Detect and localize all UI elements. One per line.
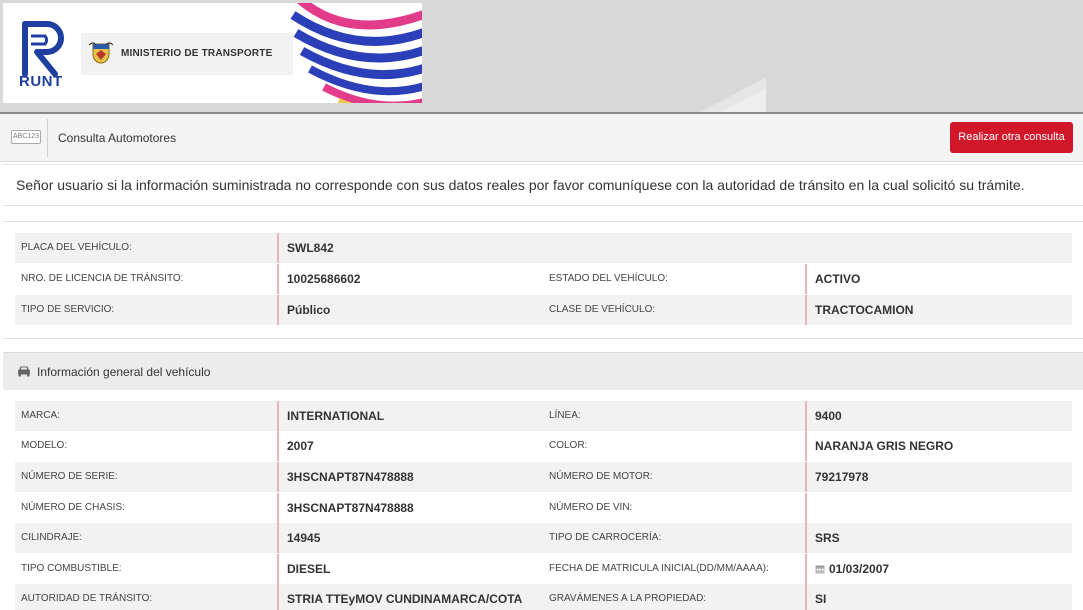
autoridad-label: AUTORIDAD DE TRÁNSITO: <box>21 593 153 604</box>
color-value: NARANJA GRIS NEGRO <box>805 431 953 461</box>
toolbar: ABC123 Consulta Automotores Realizar otr… <box>0 114 1083 162</box>
vin-value <box>805 493 815 523</box>
section-divider <box>3 338 1083 339</box>
table-row: TIPO COMBUSTIBLE: DIESEL FECHA DE MATRIC… <box>15 554 1072 584</box>
decorative-waves <box>290 3 422 103</box>
page-header: RUNT MINISTERIO DE TRANSPORTE <box>0 0 1083 114</box>
modelo-value: 2007 <box>277 431 314 461</box>
general-info-header: Información general del vehículo <box>3 352 1083 390</box>
ministry-name: MINISTERIO DE TRANSPORTE <box>121 48 273 59</box>
linea-label: LÍNEA: <box>549 410 581 421</box>
licencia-label: NRO. DE LICENCIA DE TRÁNSITO: <box>21 273 184 284</box>
calendar-icon <box>815 565 825 574</box>
notice-panel: Señor usuario si la información suminist… <box>3 164 1083 206</box>
summary-row-licencia: NRO. DE LICENCIA DE TRÁNSITO: 1002568660… <box>15 264 1072 294</box>
placa-value: SWL842 <box>277 233 334 263</box>
table-row: MARCA: INTERNATIONAL LÍNEA: 9400 <box>15 401 1072 431</box>
licencia-value: 10025686602 <box>277 264 360 294</box>
clase-label: CLASE DE VEHÍCULO: <box>549 304 656 315</box>
notice-text: Señor usuario si la información suminist… <box>16 177 1025 193</box>
license-plate-icon: ABC123 <box>11 130 41 144</box>
combustible-value: DIESEL <box>277 554 330 584</box>
section-divider <box>3 221 1083 222</box>
fecha-matricula-label: FECHA DE MATRICULA INICIAL(DD/MM/AAAA): <box>549 563 769 574</box>
carroceria-value: SRS <box>805 523 840 553</box>
combustible-label: TIPO COMBUSTIBLE: <box>21 563 122 574</box>
carroceria-label: TIPO DE CARROCERÍA: <box>549 532 662 543</box>
coat-of-arms-icon <box>88 42 114 64</box>
chasis-label: NÚMERO DE CHASIS: <box>21 502 125 513</box>
fecha-matricula-value: 01/03/2007 <box>829 562 890 576</box>
servicio-label: TIPO DE SERVICIO: <box>21 304 115 315</box>
marca-label: MARCA: <box>21 410 60 421</box>
table-row: MODELO: 2007 COLOR: NARANJA GRIS NEGRO <box>15 431 1072 461</box>
summary-row-servicio: TIPO DE SERVICIO: Público CLASE DE VEHÍC… <box>15 295 1072 325</box>
modelo-label: MODELO: <box>21 440 68 451</box>
table-row: CILINDRAJE: 14945 TIPO DE CARROCERÍA: SR… <box>15 523 1072 553</box>
table-row: NÚMERO DE SERIE: 3HSCNAPT87N478888 NÚMER… <box>15 462 1072 492</box>
fecha-matricula-field: 01/03/2007 <box>805 554 889 584</box>
serie-label: NÚMERO DE SERIE: <box>21 471 118 482</box>
color-label: COLOR: <box>549 440 588 451</box>
toolbar-separator <box>47 119 48 157</box>
cilindraje-value: 14945 <box>277 523 320 553</box>
decorative-triangles <box>700 78 766 112</box>
linea-value: 9400 <box>805 401 842 431</box>
chasis-value: 3HSCNAPT87N478888 <box>277 493 414 523</box>
car-icon <box>18 366 30 377</box>
table-row: AUTORIDAD DE TRÁNSITO: STRIA TTEyMOV CUN… <box>15 584 1072 610</box>
servicio-value: Público <box>277 295 330 325</box>
header-branding: RUNT MINISTERIO DE TRANSPORTE <box>3 3 422 103</box>
motor-value: 79217978 <box>805 462 868 492</box>
page-title: Consulta Automotores <box>58 131 177 145</box>
runt-logo-text: RUNT <box>19 73 63 90</box>
estado-value: ACTIVO <box>805 264 860 294</box>
vin-label: NÚMERO DE VIN: <box>549 502 633 513</box>
placa-label: PLACA DEL VEHÍCULO: <box>21 242 132 253</box>
new-query-button[interactable]: Realizar otra consulta <box>950 122 1073 153</box>
summary-row-placa: PLACA DEL VEHÍCULO: SWL842 <box>15 233 1072 263</box>
clase-value: TRACTOCAMION <box>805 295 913 325</box>
gravamenes-label: GRAVÁMENES A LA PROPIEDAD: <box>549 593 707 604</box>
motor-label: NÚMERO DE MOTOR: <box>549 471 653 482</box>
general-info-title: Información general del vehículo <box>37 365 211 379</box>
autoridad-value: STRIA TTEyMOV CUNDINAMARCA/COTA <box>277 584 522 610</box>
serie-value: 3HSCNAPT87N478888 <box>277 462 414 492</box>
estado-label: ESTADO DEL VEHÍCULO: <box>549 273 668 284</box>
marca-value: INTERNATIONAL <box>277 401 384 431</box>
gravamenes-value: SI <box>805 584 826 610</box>
ministry-badge: MINISTERIO DE TRANSPORTE <box>81 33 293 75</box>
cilindraje-label: CILINDRAJE: <box>21 532 83 543</box>
table-row: NÚMERO DE CHASIS: 3HSCNAPT87N478888 NÚME… <box>15 493 1072 523</box>
